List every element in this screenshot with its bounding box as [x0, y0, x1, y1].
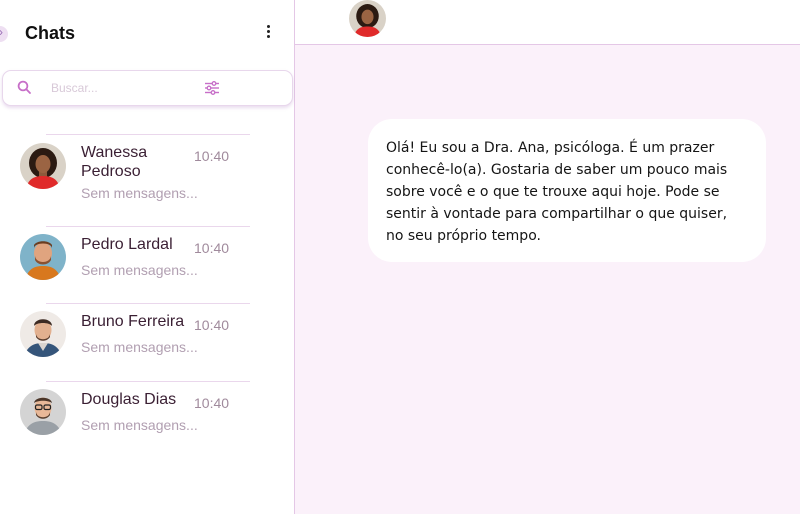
search-icon [17, 80, 31, 94]
avatar [20, 311, 66, 357]
message-preview: Sem mensagens... [81, 417, 198, 433]
message-time: 10:40 [194, 240, 230, 256]
conversation-header [295, 0, 800, 45]
chat-sidebar: › Chats Wanessa Pedros [0, 0, 295, 514]
avatar [20, 234, 66, 280]
message-time: 10:40 [194, 148, 230, 164]
message-time: 10:40 [194, 317, 230, 333]
contact-name: Wanessa Pedroso [81, 144, 148, 180]
divider [46, 226, 250, 227]
chat-list-item[interactable]: Pedro Lardal 10:40 Sem mensagens... [0, 226, 294, 304]
divider [46, 303, 250, 304]
divider [46, 381, 250, 382]
message-bubble: Olá! Eu sou a Dra. Ana, psicóloga. É um … [368, 119, 766, 262]
search-input[interactable] [49, 78, 193, 98]
message-preview: Sem mensagens... [81, 262, 198, 278]
avatar [20, 143, 66, 189]
more-vert-icon[interactable] [262, 25, 274, 45]
chat-list-item[interactable]: Douglas Dias 10:40 Sem mensagens... [0, 381, 294, 459]
filter-icon[interactable] [204, 81, 220, 95]
contact-name: Pedro Lardal [81, 236, 173, 253]
search-box [2, 70, 293, 106]
avatar [20, 389, 66, 435]
contact-avatar[interactable] [349, 0, 386, 37]
message-time: 10:40 [194, 395, 230, 411]
message-preview: Sem mensagens... [81, 339, 198, 355]
chat-list-item[interactable]: Wanessa Pedroso 10:40 Sem mensagens... [0, 134, 294, 212]
chat-list-item[interactable]: Bruno Ferreira 10:40 Sem mensagens... [0, 303, 294, 381]
divider [46, 134, 250, 135]
message-preview: Sem mensagens... [81, 185, 198, 201]
sidebar-title: Chats [25, 23, 76, 43]
contact-name: Bruno Ferreira [81, 313, 185, 330]
conversation-panel: Olá! Eu sou a Dra. Ana, psicóloga. É um … [295, 0, 800, 514]
contact-name: Douglas Dias [81, 391, 177, 408]
back-icon[interactable]: › [0, 25, 8, 42]
